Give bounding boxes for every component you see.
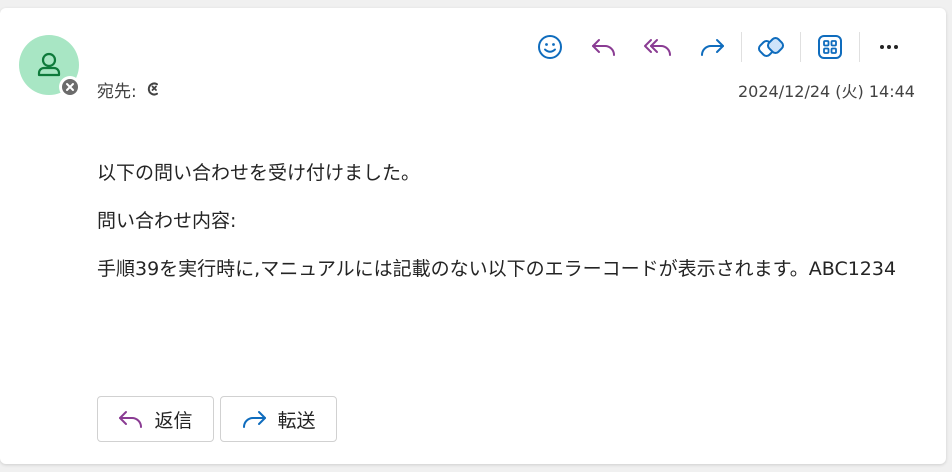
loop-button[interactable] — [755, 31, 787, 63]
person-icon — [37, 52, 61, 77]
forward-action-button[interactable]: 転送 — [220, 396, 337, 442]
body-paragraph: 以下の問い合わせを受け付けました。 — [97, 162, 421, 184]
reply-icon — [119, 411, 143, 428]
emoji-button[interactable] — [534, 31, 566, 63]
emoji-icon — [538, 35, 562, 59]
to-row: 宛先: — [97, 78, 161, 102]
forward-action-label: 転送 — [277, 409, 316, 432]
reply-button[interactable] — [588, 31, 620, 63]
presence-blocked-icon — [62, 79, 78, 95]
reply-all-button[interactable] — [642, 31, 674, 63]
forward-icon — [243, 411, 267, 428]
remove-recipient-icon[interactable] — [147, 81, 161, 97]
reply-all-icon — [644, 39, 671, 56]
quick-actions: 返信 転送 — [97, 396, 343, 442]
toolbar-divider — [741, 32, 742, 62]
reply-action-label: 返信 — [154, 409, 193, 432]
apps-button[interactable] — [814, 31, 846, 63]
presence-badge — [59, 76, 81, 98]
apps-icon — [818, 35, 842, 59]
loop-icon — [757, 36, 785, 58]
message-body: 以下の問い合わせを受け付けました。 問い合わせ内容: 手順39を実行時に,マニュ… — [97, 158, 897, 302]
toolbar-divider — [800, 32, 801, 62]
reply-icon — [592, 39, 615, 56]
reply-action-button[interactable]: 返信 — [97, 396, 214, 442]
message-toolbar — [523, 32, 916, 62]
more-icon — [880, 45, 898, 49]
forward-button[interactable] — [696, 31, 728, 63]
message-date: 2024/12/24 (火) 14:44 — [738, 82, 915, 101]
more-actions-button[interactable] — [873, 31, 905, 63]
toolbar-divider — [859, 32, 860, 62]
to-label: 宛先: — [97, 81, 137, 102]
message-card: 宛先: 2024/12/24 (火) 14:44 以下の問い合わせを受け付けまし… — [0, 8, 946, 464]
forward-icon — [701, 39, 724, 56]
body-paragraph: 手順39を実行時に,マニュアルには記載のない以下のエラーコードが表示されます。A… — [97, 258, 897, 280]
body-paragraph: 問い合わせ内容: — [97, 210, 237, 232]
